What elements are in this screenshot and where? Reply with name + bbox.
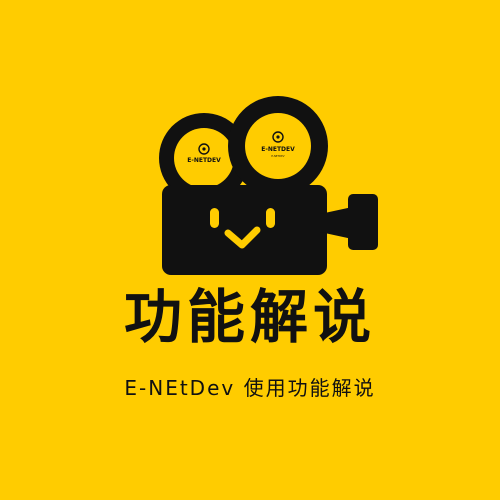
right-reel-sublabel: E-NETDEV <box>271 154 284 158</box>
lens-cap <box>348 194 378 250</box>
right-eye <box>266 208 275 228</box>
page-subtitle: E-NEtDev 使用功能解说 <box>124 376 376 400</box>
camera-logo: E-NETDEV E-NETDEV E-NETDEV <box>0 0 500 290</box>
right-reel-label: E-NETDEV <box>261 146 295 153</box>
right-reel: E-NETDEV E-NETDEV <box>228 96 328 196</box>
left-reel-label: E-NETDEV <box>187 157 221 164</box>
video-camera-icon: E-NETDEV E-NETDEV E-NETDEV <box>159 96 378 275</box>
camera-body <box>162 185 327 275</box>
page-title: 功能解说 <box>123 283 376 351</box>
left-eye <box>210 208 219 228</box>
